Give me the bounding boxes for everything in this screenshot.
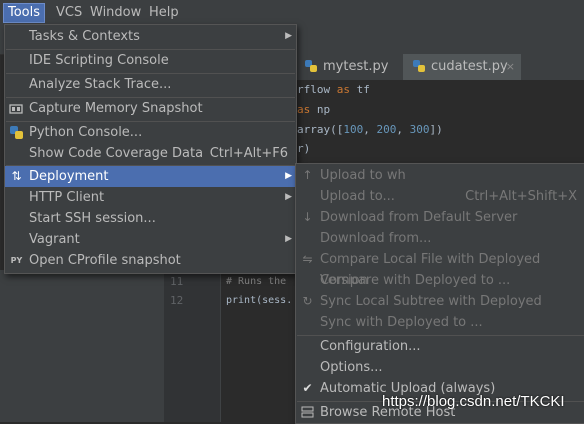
menu-window[interactable]: Window (86, 4, 145, 22)
checkmark-icon: ✔ (302, 381, 313, 395)
code-editor[interactable]: rflow as tf as np array([100, 200, 300])… (295, 80, 584, 170)
shortcut-label: Ctrl+Alt+Shift+X (465, 189, 577, 204)
menu-item-download-from[interactable]: Download from... (296, 228, 584, 249)
submenu-arrow-icon: ▶ (285, 171, 292, 181)
code-line: r) (297, 142, 311, 155)
menu-item-sync-deployed[interactable]: Sync with Deployed to ... (296, 312, 584, 333)
menu-item-analyze-stack-trace[interactable]: Analyze Stack Trace... (5, 74, 296, 95)
menu-item-capture-memory-snapshot[interactable]: Capture Memory Snapshot (5, 98, 296, 119)
tab-cudatest[interactable]: cudatest.py × (403, 54, 521, 80)
tab-label: cudatest.py (431, 59, 508, 74)
menu-item-compare-local[interactable]: ⇋ Compare Local File with Deployed Versi… (296, 249, 584, 288)
project-panel (0, 270, 164, 422)
cprofile-icon: PY (10, 256, 23, 265)
menu-item-python-console[interactable]: Python Console... (5, 122, 296, 143)
editor-tabs: mytest.py × cudatest.py × (295, 54, 584, 80)
upload-icon: ↑ (302, 168, 313, 182)
menu-item-ide-scripting-console[interactable]: IDE Scripting Console (5, 50, 296, 71)
menu-item-configuration[interactable]: Configuration... (296, 336, 584, 357)
menu-item-start-ssh-session[interactable]: Start SSH session... (5, 208, 296, 229)
menu-help[interactable]: Help (145, 4, 183, 22)
menu-item-options[interactable]: Options... (296, 357, 584, 378)
memory-snapshot-icon (9, 101, 24, 116)
code-comment: # Runs the (226, 276, 287, 287)
menu-vcs[interactable]: VCS (52, 4, 86, 22)
menu-tools[interactable]: Tools (3, 3, 46, 23)
python-file-icon (413, 60, 425, 72)
deployment-icon: ⇅ (11, 169, 22, 183)
menu-item-open-cprofile-snapshot[interactable]: PY Open CProfile snapshot (5, 250, 296, 271)
compare-icon: ⇋ (302, 252, 313, 266)
menu-item-upload-to-wh[interactable]: ↑ Upload to wh (296, 165, 584, 186)
remote-host-icon (300, 405, 315, 420)
download-icon: ↓ (302, 210, 313, 224)
tools-menu: Tasks & Contexts ▶ IDE Scripting Console… (4, 24, 297, 274)
menu-item-upload-to[interactable]: Upload to... Ctrl+Alt+Shift+X (296, 186, 584, 207)
code-line: print(sess. (226, 295, 293, 306)
line-number: 11 (170, 275, 184, 288)
python-file-icon (305, 60, 317, 72)
menu-item-download-default[interactable]: ↓ Download from Default Server (296, 207, 584, 228)
line-number: 12 (170, 294, 184, 307)
close-icon[interactable]: × (506, 54, 515, 80)
deployment-submenu: ↑ Upload to wh Upload to... Ctrl+Alt+Shi… (295, 163, 584, 424)
menu-bar: Tools VCS Window Help (0, 0, 584, 26)
watermark: https://blog.csdn.net/TKCKI (382, 393, 565, 410)
sync-icon: ↻ (302, 294, 313, 308)
menu-item-tasks-contexts[interactable]: Tasks & Contexts ▶ (5, 26, 296, 47)
submenu-arrow-icon: ▶ (285, 192, 292, 202)
menu-item-vagrant[interactable]: Vagrant ▶ (5, 229, 296, 250)
submenu-arrow-icon: ▶ (285, 234, 292, 244)
tab-label: mytest.py (323, 59, 389, 74)
submenu-arrow-icon: ▶ (285, 31, 292, 41)
menu-item-compare-deployed[interactable]: Compare with Deployed to ... (296, 270, 584, 291)
line-gutter: 11 12 (164, 270, 221, 422)
menu-item-show-code-coverage[interactable]: Show Code Coverage Data Ctrl+Alt+F6 (5, 143, 296, 164)
python-icon (9, 125, 24, 140)
shortcut-label: Ctrl+Alt+F6 (209, 146, 288, 161)
code-line: array([100, 200, 300]) (297, 123, 443, 136)
menu-item-deployment[interactable]: ⇅ Deployment ▶ (5, 166, 296, 187)
menu-item-http-client[interactable]: HTTP Client ▶ (5, 187, 296, 208)
menu-item-sync-local-subtree[interactable]: ↻ Sync Local Subtree with Deployed (296, 291, 584, 312)
code-line: rflow as tf (297, 83, 370, 96)
code-line: as np (297, 103, 331, 116)
